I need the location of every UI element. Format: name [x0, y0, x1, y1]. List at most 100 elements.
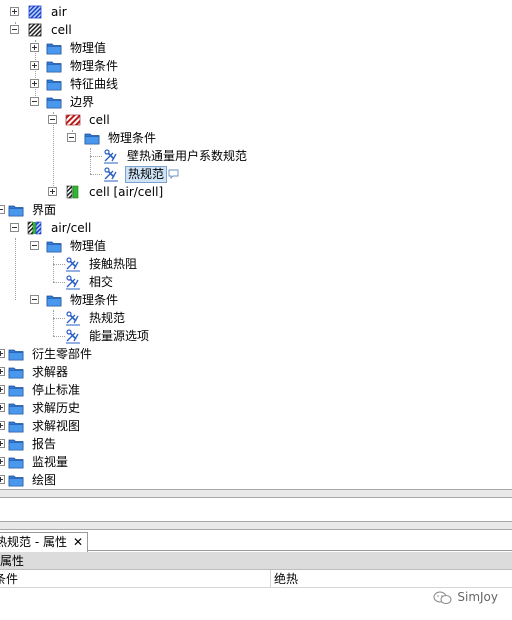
- properties-header: 属性: [0, 552, 512, 570]
- tree-node-wall-heat-flux[interactable]: 壁热通量用户系数规范: [0, 147, 260, 165]
- folder-icon: [8, 472, 24, 488]
- tree-node-label: 热规范: [125, 166, 168, 183]
- interface-icon: [27, 221, 42, 235]
- tree-node-interface-boundary[interactable]: cell [air/cell]: [0, 183, 200, 201]
- expand-toggle[interactable]: [0, 475, 5, 484]
- collapse-toggle[interactable]: [30, 241, 39, 250]
- expand-toggle[interactable]: [30, 79, 39, 88]
- tree-node-if-thermal-spec[interactable]: 热规范: [0, 309, 200, 327]
- collapse-toggle[interactable]: [10, 25, 19, 34]
- tree-node-air[interactable]: air: [0, 3, 200, 21]
- tree-node-physics-conditions[interactable]: 物理条件: [0, 57, 200, 75]
- tree-node-label: cell: [51, 23, 72, 37]
- tree-node-contact-resistance[interactable]: 接触热阻: [0, 255, 200, 273]
- tree-node-label: 物理条件: [70, 59, 119, 73]
- folder-icon: [46, 238, 62, 254]
- expand-toggle[interactable]: [0, 421, 5, 430]
- expand-toggle[interactable]: [0, 439, 5, 448]
- simulation-tree: air cell 物理值 物理条件 特征曲线 边界 cell 物理条件 壁热通量…: [0, 0, 512, 489]
- properties-header-label: 属性: [0, 554, 25, 568]
- tree-node-physics-values[interactable]: 物理值: [0, 39, 200, 57]
- folder-icon: [46, 40, 62, 56]
- collapse-toggle[interactable]: [0, 205, 5, 214]
- tab-properties[interactable]: 热规范 - 属性 ✕: [0, 532, 89, 552]
- folder-icon: [8, 382, 24, 398]
- tree-node-label: air: [51, 5, 67, 19]
- splitter[interactable]: [0, 489, 512, 498]
- region-cell-icon: [28, 23, 42, 37]
- tree-node-label: 热规范: [89, 311, 126, 325]
- folder-icon: [8, 400, 24, 416]
- tree-node-interfaces[interactable]: 界面: [0, 201, 200, 219]
- tree-node-cell[interactable]: cell: [0, 21, 200, 39]
- splitter[interactable]: [0, 521, 512, 530]
- comment-icon: [168, 169, 179, 179]
- tree-node-label: 报告: [32, 437, 57, 451]
- expand-toggle[interactable]: [30, 61, 39, 70]
- expand-toggle[interactable]: [30, 43, 39, 52]
- tree-node-label: 求解历史: [32, 401, 81, 415]
- watermark-text: SimJoy: [457, 590, 498, 604]
- close-icon[interactable]: ✕: [73, 535, 83, 549]
- tree-node-if-physics-values[interactable]: 物理值: [0, 237, 200, 255]
- property-row-condition[interactable]: 条件 绝热: [0, 570, 512, 588]
- folder-icon: [84, 130, 100, 146]
- folder-icon: [8, 346, 24, 362]
- expand-toggle[interactable]: [0, 367, 5, 376]
- tree-node-boundary-cell[interactable]: cell: [0, 111, 200, 129]
- tree-node-stopping-criteria[interactable]: 停止标准: [0, 381, 200, 399]
- property-value[interactable]: 绝热: [274, 570, 298, 588]
- boundary-icon: [65, 114, 81, 126]
- value-icon: [65, 274, 81, 290]
- folder-icon: [46, 58, 62, 74]
- collapse-toggle[interactable]: [10, 223, 19, 232]
- tree-node-solvers[interactable]: 求解器: [0, 363, 200, 381]
- expand-toggle[interactable]: [0, 403, 5, 412]
- tree-node-label: 界面: [32, 203, 57, 217]
- folder-icon: [8, 418, 24, 434]
- tree-node-feature-curves[interactable]: 特征曲线: [0, 75, 200, 93]
- collapse-toggle[interactable]: [67, 133, 76, 142]
- tree-node-solution-history[interactable]: 求解历史: [0, 399, 200, 417]
- tree-node-label: 物理条件: [108, 131, 157, 145]
- tree-node-derived-parts[interactable]: 衍生零部件: [0, 345, 200, 363]
- collapse-toggle[interactable]: [30, 295, 39, 304]
- tree-node-energy-source[interactable]: 能量源选项: [0, 327, 200, 345]
- tree-node-label: 停止标准: [32, 383, 81, 397]
- column-separator: [270, 570, 271, 588]
- tree-node-boundaries[interactable]: 边界: [0, 93, 200, 111]
- tree-node-label: 监视量: [32, 455, 69, 469]
- tree-node-label: 物理值: [70, 239, 107, 253]
- expand-toggle[interactable]: [48, 187, 57, 196]
- expand-toggle[interactable]: [0, 385, 5, 394]
- tree-node-label: air/cell: [51, 221, 92, 235]
- folder-icon: [46, 76, 62, 92]
- condition-icon: [65, 328, 81, 344]
- tree-node-monitors[interactable]: 监视量: [0, 453, 200, 471]
- region-air-icon: [28, 5, 42, 19]
- collapse-toggle[interactable]: [48, 115, 57, 124]
- tree-node-label: 衍生零部件: [32, 347, 93, 361]
- tree-node-reports[interactable]: 报告: [0, 435, 200, 453]
- tree-node-air-cell[interactable]: air/cell: [0, 219, 200, 237]
- expand-toggle[interactable]: [0, 349, 5, 358]
- collapse-toggle[interactable]: [30, 97, 39, 106]
- toolbar-area: [0, 498, 512, 521]
- tree-node-intersect[interactable]: 相交: [0, 273, 200, 291]
- folder-icon: [8, 454, 24, 470]
- tree-node-solution-views[interactable]: 求解视图: [0, 417, 200, 435]
- expand-toggle[interactable]: [0, 457, 5, 466]
- tree-node-thermal-spec-selected[interactable]: 热规范: [0, 165, 200, 183]
- folder-icon: [46, 94, 62, 110]
- tree-node-plots[interactable]: 绘图: [0, 471, 200, 489]
- tree-node-label: cell [air/cell]: [89, 185, 164, 199]
- condition-icon: [103, 166, 119, 182]
- properties-tab-bar: 热规范 - 属性 ✕: [0, 530, 512, 552]
- tree-node-label: 特征曲线: [70, 77, 119, 91]
- folder-icon: [8, 436, 24, 452]
- tree-node-boundary-physics-conditions[interactable]: 物理条件: [0, 129, 220, 147]
- tree-node-if-physics-conditions[interactable]: 物理条件: [0, 291, 200, 309]
- expand-toggle[interactable]: [10, 7, 19, 16]
- tree-node-label: 相交: [89, 275, 114, 289]
- wechat-icon: [433, 591, 452, 604]
